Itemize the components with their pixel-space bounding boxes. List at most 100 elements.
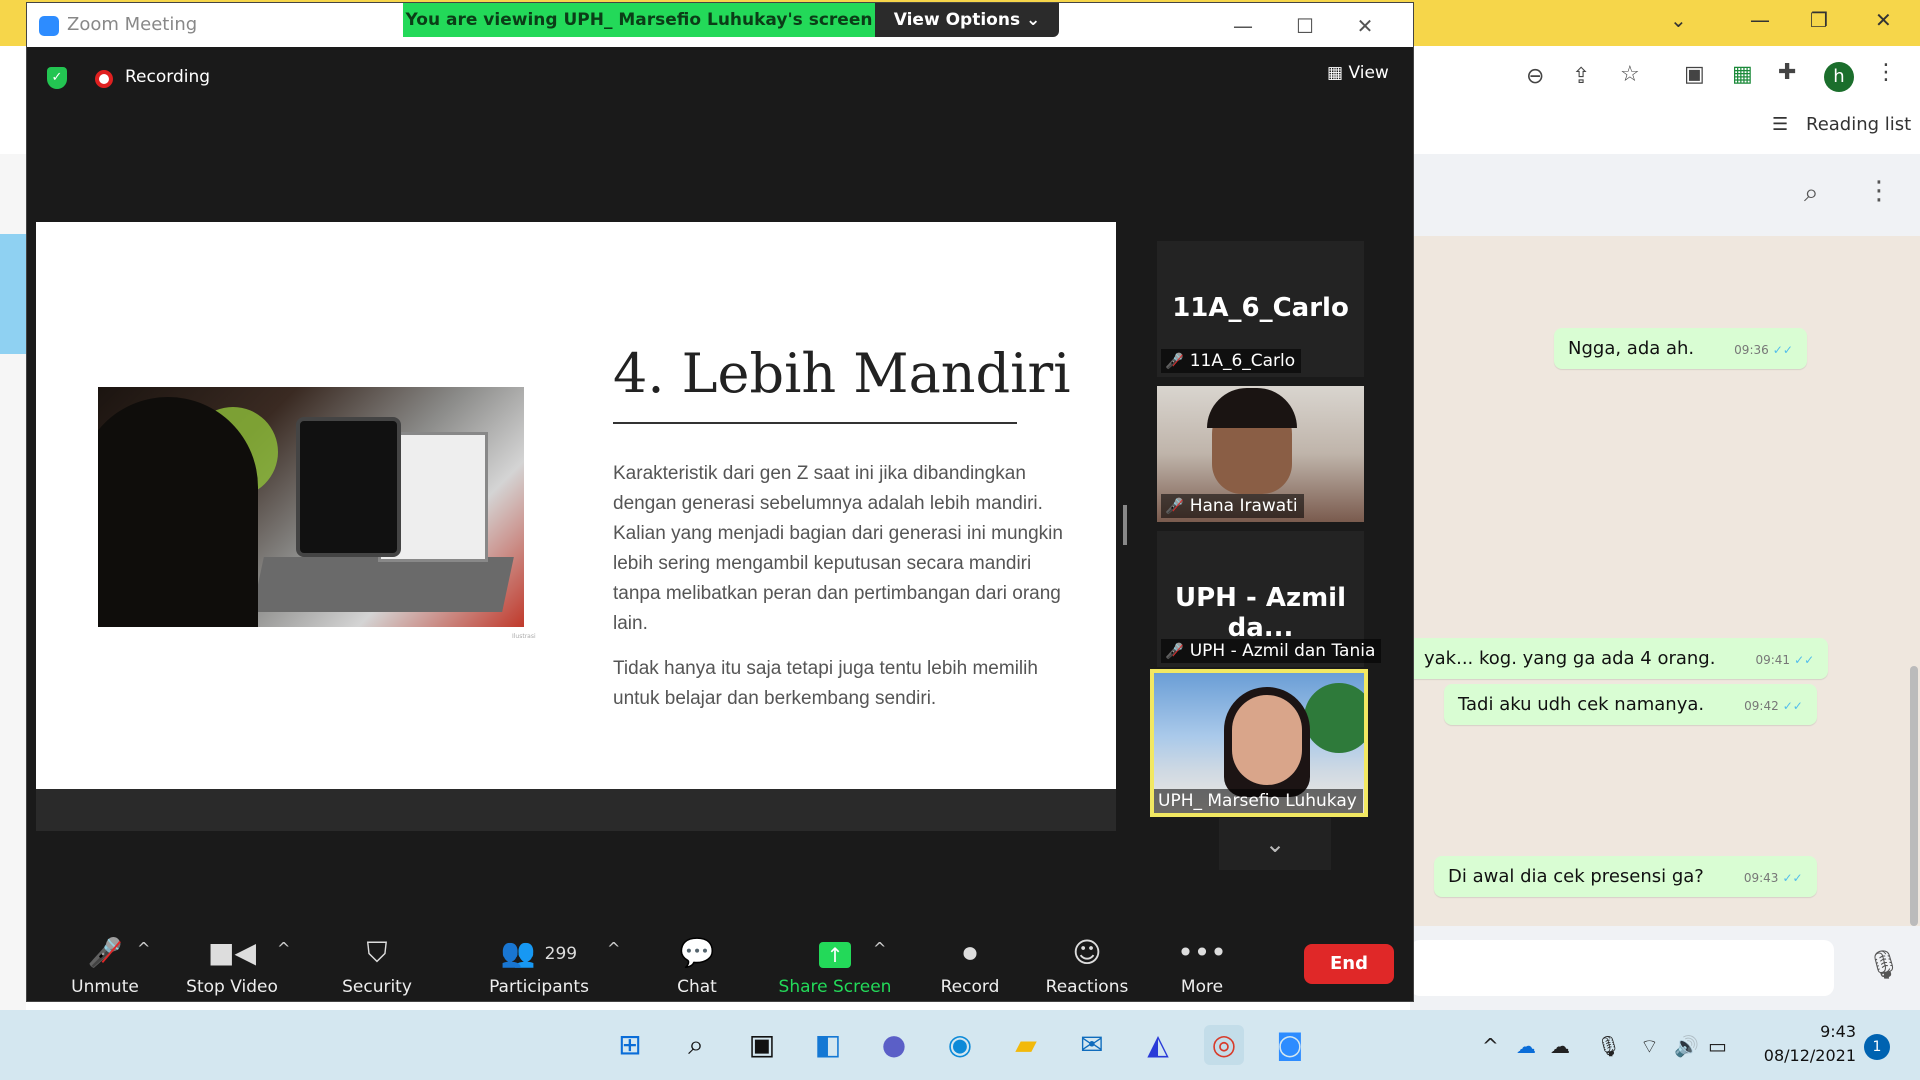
audio-options-caret-icon[interactable]: ^ bbox=[137, 939, 150, 958]
widgets-icon[interactable]: ◧ bbox=[808, 1025, 848, 1065]
recording-icon bbox=[95, 70, 113, 88]
minimize-icon[interactable]: — bbox=[1750, 8, 1770, 32]
extension-line-icon[interactable]: ▣ bbox=[1684, 62, 1705, 87]
participant-name-large: UPH - Azmil da... bbox=[1175, 583, 1346, 643]
view-label: View bbox=[1348, 63, 1389, 83]
zoom-out-icon[interactable]: ⊖ bbox=[1526, 64, 1544, 89]
security-button[interactable]: ⛉ Security bbox=[327, 933, 427, 997]
windows-taskbar: ⊞ ⌕ ▣ ◧ ● ◉ ▰ ✉ ◭ ◎ ◙ ^ ☁ ☁ 🎙 ⌔ 🔊 ▭ 9:43… bbox=[0, 1010, 1920, 1080]
reactions-smiley-icon: ☺ bbox=[1072, 936, 1102, 969]
extensions-puzzle-icon[interactable]: ✚ bbox=[1778, 60, 1796, 85]
participant-tile[interactable]: 🎤̸ Hana Irawati bbox=[1157, 386, 1364, 522]
participant-tile[interactable]: UPH - Azmil da... 🎤̸ UPH - Azmil dan Tani… bbox=[1157, 531, 1382, 667]
participant-video bbox=[1232, 695, 1302, 785]
shield-icon: ⛉ bbox=[366, 936, 388, 969]
message-bubble: Tadi aku udh cek namanya. 09:42 ✓✓ bbox=[1444, 684, 1817, 725]
minimize-icon[interactable]: — bbox=[1223, 11, 1263, 41]
participant-name-large: 11A_6_Carlo bbox=[1172, 293, 1349, 323]
maximize-icon[interactable]: ☐ bbox=[1285, 11, 1325, 41]
restore-icon[interactable]: ❐ bbox=[1810, 8, 1828, 32]
participants-button[interactable]: 👥 299 Participants bbox=[479, 933, 599, 997]
microphone-icon[interactable]: 🎙 bbox=[1866, 948, 1902, 981]
participant-label: UPH_ Marsefio Luhukay bbox=[1154, 789, 1363, 813]
zoom-app-icon[interactable]: ◙ bbox=[1270, 1025, 1310, 1065]
chevron-down-icon[interactable]: ⌄ bbox=[1670, 8, 1687, 32]
extension-grid-icon[interactable]: ▦ bbox=[1732, 62, 1753, 87]
participants-caret-icon[interactable]: ^ bbox=[607, 939, 620, 958]
task-view-icon[interactable]: ▣ bbox=[742, 1025, 782, 1065]
search-icon[interactable]: ⌕ bbox=[676, 1025, 716, 1065]
slide-paragraph: Karakteristik dari gen Z saat ini jika d… bbox=[613, 463, 1063, 634]
record-label: Record bbox=[940, 977, 1000, 997]
participants-label: Participants bbox=[489, 977, 589, 997]
reading-list-button[interactable]: Reading list bbox=[1806, 114, 1911, 135]
onedrive-icon[interactable]: ☁ bbox=[1516, 1034, 1536, 1058]
participant-name: 11A_6_Carlo bbox=[1189, 351, 1296, 371]
file-explorer-icon[interactable]: ▰ bbox=[1006, 1025, 1046, 1065]
participants-icon: 👥 299 bbox=[500, 936, 578, 969]
illustration-tablet bbox=[296, 417, 401, 557]
share-options-caret-icon[interactable]: ^ bbox=[873, 939, 886, 958]
clock-time[interactable]: 9:43 bbox=[1786, 1022, 1856, 1041]
menu-icon[interactable]: ⋮ bbox=[1866, 176, 1892, 206]
active-speaker-tile[interactable]: UPH_ Marsefio Luhukay bbox=[1150, 669, 1368, 817]
app-icon[interactable]: ◭ bbox=[1138, 1025, 1178, 1065]
bookmark-star-icon[interactable]: ☆ bbox=[1620, 62, 1640, 87]
security-shield-icon[interactable]: ✓ bbox=[47, 67, 67, 89]
screen-share-banner: You are viewing UPH_ Marsefio Luhukay's … bbox=[403, 3, 875, 37]
participant-count: 299 bbox=[544, 944, 578, 964]
mic-muted-icon: 🎤̸ bbox=[1165, 352, 1184, 370]
zoom-window: Zoom Meeting — ☐ ✕ You are viewing UPH_ … bbox=[26, 2, 1414, 1002]
search-icon[interactable]: ⌕ bbox=[1804, 178, 1819, 209]
view-button[interactable]: ▦ View bbox=[1327, 63, 1389, 83]
profile-avatar[interactable]: h bbox=[1824, 62, 1854, 92]
microphone-icon[interactable]: 🎙 bbox=[1596, 1034, 1621, 1058]
share-icon[interactable]: ⇪ bbox=[1572, 64, 1590, 89]
panel-splitter[interactable] bbox=[1123, 505, 1127, 545]
share-screen-label: Share Screen bbox=[778, 977, 892, 997]
volume-icon[interactable]: 🔊 bbox=[1674, 1034, 1699, 1058]
clock-date[interactable]: 08/12/2021 bbox=[1760, 1046, 1856, 1065]
battery-icon[interactable]: ▭ bbox=[1708, 1034, 1727, 1058]
message-bubble: yak... kog. yang ga ada 4 orang. 09:41 ✓✓ bbox=[1410, 638, 1829, 679]
reading-list-icon[interactable]: ☰ bbox=[1772, 114, 1788, 135]
chat-button[interactable]: 💬 Chat bbox=[657, 933, 737, 997]
close-icon[interactable]: ✕ bbox=[1345, 11, 1385, 41]
chat-scrollbar[interactable] bbox=[1910, 666, 1918, 926]
close-icon[interactable]: ✕ bbox=[1875, 8, 1892, 32]
more-dots-icon: ••• bbox=[1177, 936, 1227, 969]
chevron-down-icon[interactable]: ⌄ bbox=[1219, 818, 1331, 870]
record-button[interactable]: ⏺ Record bbox=[925, 933, 1015, 997]
participant-tile[interactable]: 11A_6_Carlo 🎤̸ 11A_6_Carlo bbox=[1157, 241, 1364, 377]
video-options-caret-icon[interactable]: ^ bbox=[277, 939, 290, 958]
illustration-person bbox=[98, 397, 258, 627]
mail-icon[interactable]: ✉ bbox=[1072, 1025, 1112, 1065]
cloud-icon[interactable]: ☁ bbox=[1550, 1034, 1570, 1058]
more-label: More bbox=[1180, 977, 1224, 997]
photo-caption: Ilustrasi bbox=[512, 633, 536, 640]
participant-label: 🎤̸ 11A_6_Carlo bbox=[1161, 349, 1302, 373]
notification-badge[interactable]: 1 bbox=[1864, 1034, 1890, 1060]
slide-bottom-bar bbox=[36, 789, 1116, 831]
teams-chat-icon[interactable]: ● bbox=[874, 1025, 914, 1065]
stop-video-button[interactable]: ■◀ Stop Video bbox=[177, 933, 287, 997]
more-button[interactable]: ••• More bbox=[1162, 933, 1242, 997]
chat-label: Chat bbox=[677, 977, 717, 997]
whatsapp-chat-list-edge bbox=[0, 154, 26, 1010]
chrome-menu-icon[interactable]: ⋮ bbox=[1875, 60, 1897, 85]
mic-muted-icon: 🎤̸ bbox=[1165, 642, 1184, 660]
slide-title: 4. Lebih Mandiri bbox=[613, 342, 1071, 405]
chevron-up-icon[interactable]: ^ bbox=[1482, 1034, 1499, 1058]
windows-start-icon[interactable]: ⊞ bbox=[610, 1025, 650, 1065]
slide-illustration bbox=[98, 387, 524, 627]
edge-browser-icon[interactable]: ◉ bbox=[940, 1025, 980, 1065]
message-input[interactable] bbox=[1410, 940, 1834, 996]
view-options-button[interactable]: View Options ⌄ bbox=[875, 3, 1059, 37]
reactions-button[interactable]: ☺ Reactions bbox=[1037, 933, 1137, 997]
view-options-label: View Options bbox=[893, 10, 1021, 30]
chrome-icon[interactable]: ◎ bbox=[1204, 1025, 1244, 1065]
slide-paragraph: Tidak hanya itu saja tetapi juga tentu l… bbox=[613, 658, 1038, 709]
end-meeting-button[interactable]: End bbox=[1304, 944, 1394, 984]
participant-label: 🎤̸ UPH - Azmil dan Tania bbox=[1161, 639, 1382, 663]
wifi-icon[interactable]: ⌔ bbox=[1640, 1034, 1659, 1059]
